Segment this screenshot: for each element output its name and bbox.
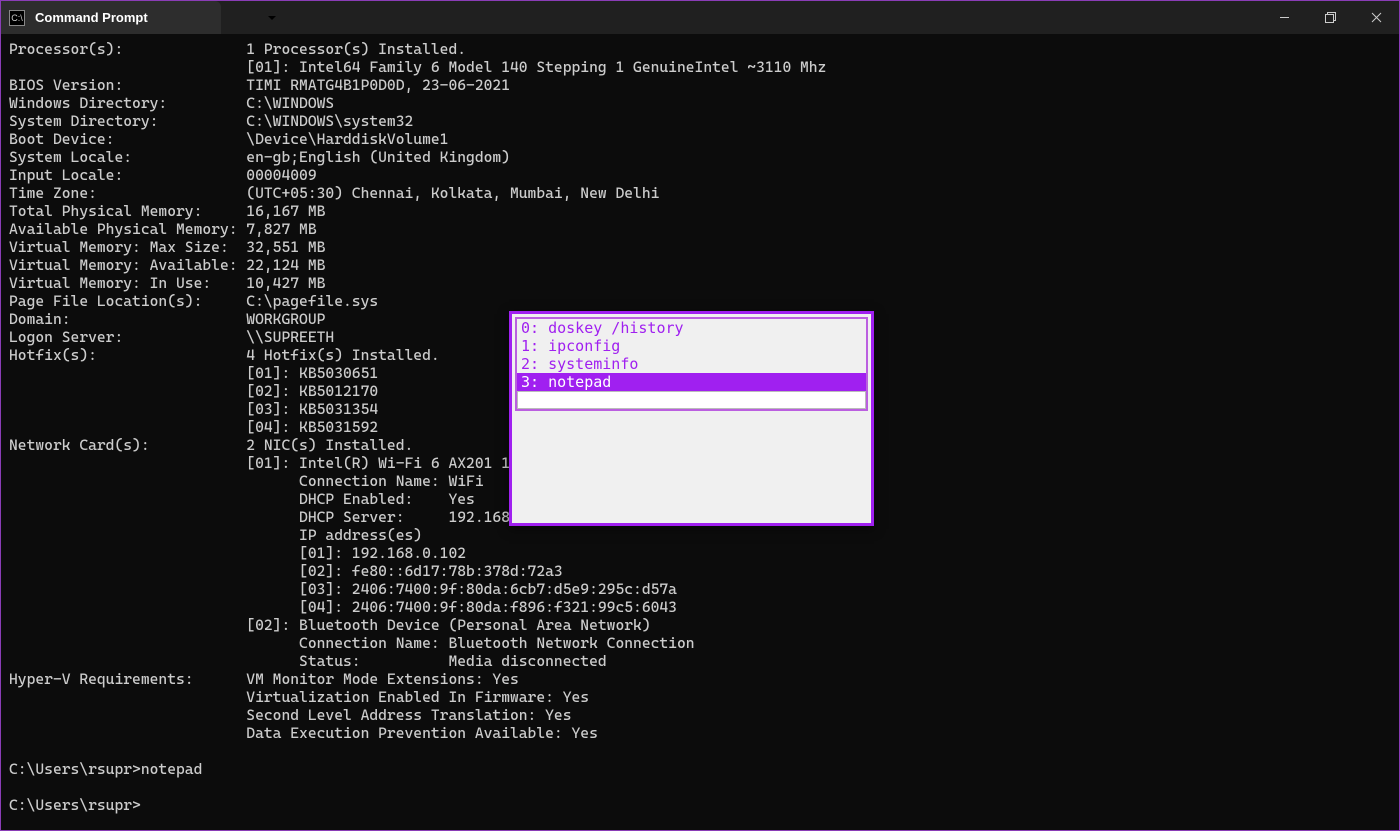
close-button[interactable] bbox=[1353, 1, 1399, 34]
terminal-line: [01]: 192.168.0.102 bbox=[9, 544, 1391, 562]
terminal-line: Boot Device: \Device\HarddiskVolume1 bbox=[9, 130, 1391, 148]
tab-actions bbox=[221, 1, 289, 34]
terminal-line: [02]: Bluetooth Device (Personal Area Ne… bbox=[9, 616, 1391, 634]
titlebar-drag-region[interactable] bbox=[289, 1, 1261, 34]
history-item[interactable]: 0: doskey /history bbox=[517, 319, 866, 337]
terminal-line: Status: Media disconnected bbox=[9, 652, 1391, 670]
tab-close-button[interactable] bbox=[189, 8, 209, 28]
terminal-line: Virtual Memory: Available: 22,124 MB bbox=[9, 256, 1391, 274]
terminal-line: Data Execution Prevention Available: Yes bbox=[9, 724, 1391, 742]
terminal-line: [02]: fe80::6d17:78b:378d:72a3 bbox=[9, 562, 1391, 580]
terminal-line: [01]: Intel64 Family 6 Model 140 Steppin… bbox=[9, 58, 1391, 76]
history-item[interactable]: 3: notepad bbox=[517, 373, 866, 391]
terminal-line: Windows Directory: C:\WINDOWS bbox=[9, 94, 1391, 112]
minimize-button[interactable] bbox=[1261, 1, 1307, 34]
tab-title: Command Prompt bbox=[35, 10, 179, 25]
command-history-popup: 0: doskey /history1: ipconfig2: systemin… bbox=[509, 311, 874, 526]
terminal-line: Input Locale: 00004009 bbox=[9, 166, 1391, 184]
terminal-line: Virtual Memory: Max Size: 32,551 MB bbox=[9, 238, 1391, 256]
terminal-line: [04]: 2406:7400:9f:80da:f896:f321:99c5:6… bbox=[9, 598, 1391, 616]
history-item[interactable]: 1: ipconfig bbox=[517, 337, 866, 355]
terminal-line: Virtual Memory: In Use: 10,427 MB bbox=[9, 274, 1391, 292]
terminal-line: Second Level Address Translation: Yes bbox=[9, 706, 1391, 724]
terminal-line: BIOS Version: TIMI RMATG4B1P0D0D, 23-06-… bbox=[9, 76, 1391, 94]
terminal-line: Total Physical Memory: 16,167 MB bbox=[9, 202, 1391, 220]
prompt-line-current[interactable]: C:\Users\rsupr> bbox=[9, 796, 1391, 814]
terminal-line: Virtualization Enabled In Firmware: Yes bbox=[9, 688, 1391, 706]
titlebar: C:\ Command Prompt bbox=[1, 1, 1399, 34]
cmd-icon: C:\ bbox=[9, 10, 25, 26]
window-controls bbox=[1261, 1, 1399, 34]
terminal-line: Page File Location(s): C:\pagefile.sys bbox=[9, 292, 1391, 310]
terminal-line: Connection Name: Bluetooth Network Conne… bbox=[9, 634, 1391, 652]
terminal-line: Hyper-V Requirements: VM Monitor Mode Ex… bbox=[9, 670, 1391, 688]
terminal-window: C:\ Command Prompt bbox=[0, 0, 1400, 831]
maximize-button[interactable] bbox=[1307, 1, 1353, 34]
tab-dropdown-button[interactable] bbox=[255, 1, 289, 34]
history-filter-input[interactable] bbox=[517, 391, 866, 409]
tab-command-prompt[interactable]: C:\ Command Prompt bbox=[1, 1, 221, 34]
terminal-line: Processor(s): 1 Processor(s) Installed. bbox=[9, 40, 1391, 58]
history-item[interactable]: 2: systeminfo bbox=[517, 355, 866, 373]
terminal-line: System Locale: en-gb;English (United Kin… bbox=[9, 148, 1391, 166]
terminal-line: Time Zone: (UTC+05:30) Chennai, Kolkata,… bbox=[9, 184, 1391, 202]
terminal-line: System Directory: C:\WINDOWS\system32 bbox=[9, 112, 1391, 130]
prompt-line: C:\Users\rsupr>notepad bbox=[9, 760, 1391, 778]
new-tab-button[interactable] bbox=[221, 1, 255, 34]
terminal-line: [03]: 2406:7400:9f:80da:6cb7:d5e9:295c:d… bbox=[9, 580, 1391, 598]
terminal-line: IP address(es) bbox=[9, 526, 1391, 544]
terminal-line: Available Physical Memory: 7,827 MB bbox=[9, 220, 1391, 238]
